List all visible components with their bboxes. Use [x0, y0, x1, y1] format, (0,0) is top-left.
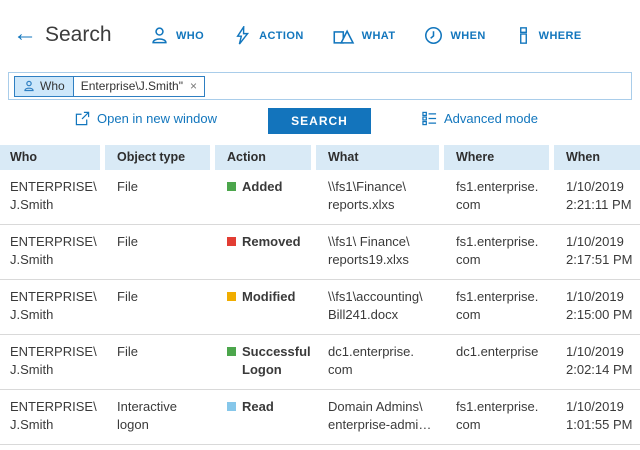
cell-object-type: Interactive logon: [117, 399, 177, 432]
tab-who-label: WHO: [176, 29, 205, 42]
open-new-window-icon: [75, 111, 90, 126]
cell-when: 1/10/2019 1:01:55 PM: [566, 399, 633, 432]
tab-what[interactable]: WHAT: [333, 26, 396, 45]
action-label: Removed: [242, 234, 301, 250]
table-row[interactable]: ENTERPRISE\ J.Smith File Removed \\fs1\ …: [0, 225, 640, 281]
action-added-marker: [227, 182, 236, 191]
cell-who: ENTERPRISE\ J.Smith: [10, 399, 97, 432]
action-removed-marker: [227, 237, 236, 247]
cell-action: Modified: [215, 288, 311, 323]
column-header-action[interactable]: Action: [215, 145, 311, 170]
filter-chip-field-label: Who: [40, 79, 65, 93]
cell-action: Added: [215, 178, 311, 213]
table-row[interactable]: ENTERPRISE\ J.Smith Interactive logon Re…: [0, 390, 640, 446]
filter-chip-who[interactable]: Who Enterprise\J.Smith" ×: [14, 75, 205, 97]
cell-when: 1/10/2019 2:21:11 PM: [566, 179, 632, 212]
cell-where: fs1.enterprise. com: [456, 399, 539, 432]
tab-action[interactable]: ACTION: [233, 26, 304, 45]
tab-where-label: WHERE: [538, 29, 582, 42]
who-person-icon: [150, 26, 169, 45]
advanced-mode-link[interactable]: Advanced mode: [422, 111, 538, 126]
open-in-new-window-label: Open in new window: [97, 111, 217, 126]
cell-who: ENTERPRISE\ J.Smith: [10, 179, 97, 212]
cell-where: dc1.enterprise: [456, 344, 539, 360]
action-label: Read: [242, 399, 274, 415]
cell-object-type: File: [117, 344, 138, 360]
column-header-what[interactable]: What: [316, 145, 439, 170]
table-row[interactable]: ENTERPRISE\ J.Smith File Added \\fs1\Fin…: [0, 170, 640, 226]
cell-action: Successful Logon: [215, 343, 311, 378]
cell-what: \\fs1\ Finance\ reports19.xlxs: [328, 234, 410, 267]
cell-who: ENTERPRISE\ J.Smith: [10, 344, 97, 377]
table-row[interactable]: ENTERPRISE\ J.Smith File Modified \\fs1\…: [0, 280, 640, 336]
tab-when-label: WHEN: [450, 29, 486, 42]
tab-when[interactable]: WHEN: [424, 26, 485, 45]
filter-chip-field: Who: [14, 75, 74, 97]
cell-object-type: File: [117, 179, 138, 194]
cell-what: \\fs1\accounting\ Bill241.docx: [328, 289, 423, 322]
column-header-object-type[interactable]: Object type: [105, 145, 210, 170]
advanced-mode-icon: [422, 111, 437, 126]
advanced-mode-label: Advanced mode: [444, 111, 538, 126]
cell-when: 1/10/2019 2:15:00 PM: [566, 289, 633, 322]
tab-what-label: WHAT: [361, 29, 396, 42]
column-header-who[interactable]: Who: [0, 145, 100, 170]
action-label: Successful Logon: [242, 344, 311, 377]
filter-chip-value: Enterprise\J.Smith" ×: [73, 75, 205, 97]
cell-object-type: File: [117, 289, 138, 305]
action-lightning-icon: [233, 26, 252, 45]
cell-who: ENTERPRISE\ J.Smith: [10, 289, 97, 322]
table-header-row: Who Object type Action What Where When: [0, 145, 640, 170]
when-clock-icon: [424, 26, 443, 45]
tab-where[interactable]: WHERE: [515, 26, 582, 45]
chip-remove-icon[interactable]: ×: [190, 80, 197, 92]
table-row[interactable]: ENTERPRISE\ J.Smith File Successful Logo…: [0, 335, 640, 391]
filter-chip-value-text: Enterprise\J.Smith": [80, 79, 183, 93]
what-shapes-icon: [333, 26, 355, 45]
action-label: Modified: [242, 289, 296, 305]
action-successful-logon-marker: [227, 347, 236, 357]
action-read-marker: [227, 402, 236, 412]
cell-where: fs1.enterprise. com: [456, 179, 539, 212]
cell-who: ENTERPRISE\ J.Smith: [10, 234, 97, 267]
cell-when: 1/10/2019 2:17:51 PM: [566, 234, 633, 267]
action-modified-marker: [227, 292, 236, 302]
top-bar: ← Search WHO ACTION WHAT WHEN WHERE: [0, 0, 640, 62]
cell-where: fs1.enterprise. com: [456, 289, 539, 322]
back-arrow-icon[interactable]: ←: [13, 22, 37, 46]
cell-what: dc1.enterprise. com: [328, 344, 414, 377]
open-in-new-window-link[interactable]: Open in new window: [75, 111, 217, 126]
action-label: Added: [242, 179, 283, 194]
search-page: ← Search WHO ACTION WHAT WHEN WHERE Who …: [0, 0, 640, 450]
cell-action: Removed: [215, 233, 311, 268]
cell-where: fs1.enterprise. com: [456, 234, 539, 267]
column-header-where[interactable]: Where: [444, 145, 549, 170]
column-header-when[interactable]: When: [554, 145, 640, 170]
where-server-icon: [515, 26, 532, 45]
filter-tabs: WHO ACTION WHAT WHEN WHERE: [150, 26, 582, 45]
cell-what: \\fs1\Finance\ reports.xlxs: [328, 179, 407, 212]
search-button[interactable]: SEARCH: [268, 108, 371, 134]
chip-person-icon: [23, 80, 35, 92]
cell-when: 1/10/2019 2:02:14 PM: [566, 344, 633, 377]
cell-what: Domain Admins\ enterprise-admi…: [328, 399, 432, 432]
tab-who[interactable]: WHO: [150, 26, 204, 45]
tab-action-label: ACTION: [259, 29, 304, 42]
toolbar: Open in new window SEARCH Advanced mode: [0, 108, 640, 136]
cell-object-type: File: [117, 234, 138, 250]
cell-action: Read: [215, 398, 311, 433]
search-filter-input[interactable]: Who Enterprise\J.Smith" ×: [8, 72, 632, 100]
results-table: Who Object type Action What Where When E…: [0, 145, 640, 450]
page-title: Search: [45, 23, 112, 46]
